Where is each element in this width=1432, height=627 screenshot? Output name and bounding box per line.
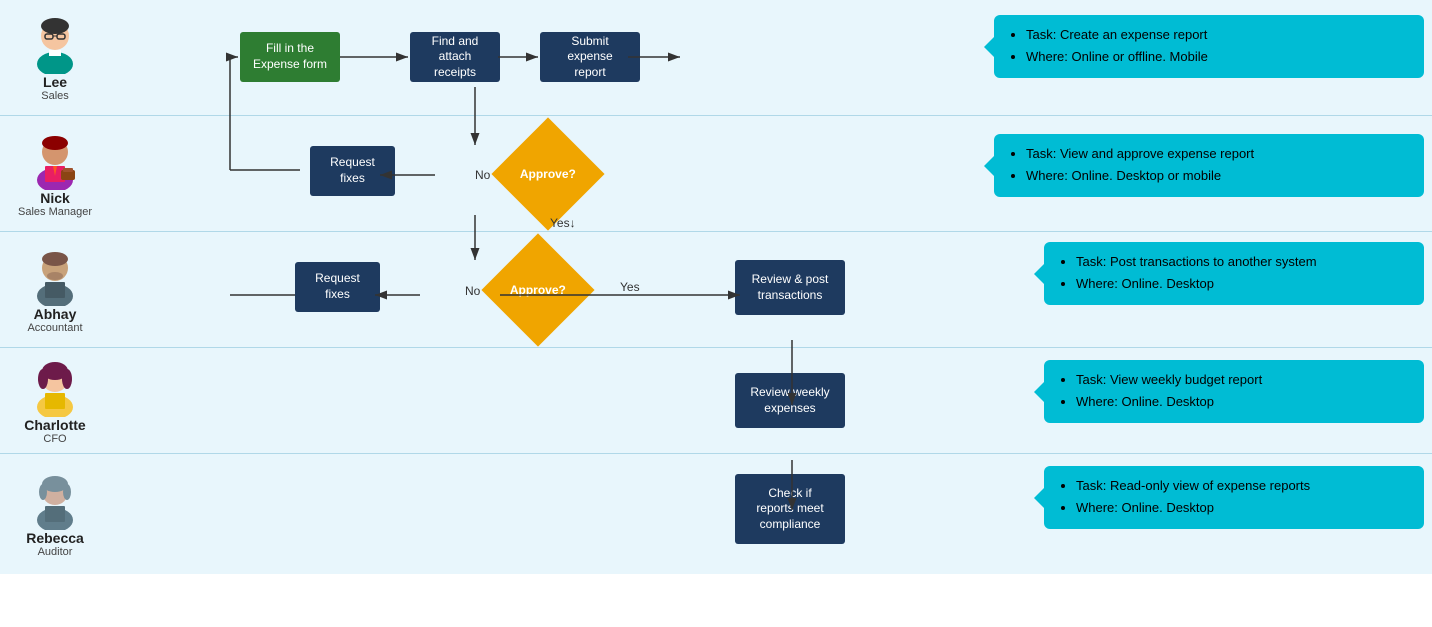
request-fixes-1-box[interactable]: Request fixes (310, 146, 395, 196)
check-compliance-box[interactable]: Check if reports meet compliance (735, 474, 845, 544)
actor-nick: Nick Sales Manager (0, 122, 110, 226)
abhay-callout: Task: Post transactions to another syste… (1044, 242, 1424, 305)
actor-charlotte: Charlotte CFO (0, 349, 110, 453)
nick-callout: Task: View and approve expense report Wh… (994, 134, 1424, 197)
review-post-box[interactable]: Review & post transactions (735, 260, 845, 315)
nick-flow: Request fixes No Approve? Yes↓ Task: Vie… (110, 116, 1432, 231)
rebecca-role: Auditor (38, 546, 73, 558)
rebecca-callout: Task: Read-only view of expense reports … (1044, 466, 1424, 529)
lee-flow: Fill in the Expense form Find and attach… (110, 0, 1432, 115)
rebecca-flow: Check if reports meet compliance Task: R… (110, 454, 1432, 574)
abhay-role: Accountant (27, 322, 82, 334)
diagram: Lee Sales Fill in the Expense form Find … (0, 0, 1432, 574)
abhay-name: Abhay (34, 306, 77, 322)
yes-label-1: Yes↓ (550, 216, 576, 230)
swimlane-lee: Lee Sales Fill in the Expense form Find … (0, 0, 1432, 116)
charlotte-avatar (25, 357, 85, 417)
abhay-flow: Request fixes No Approve? Yes Review & p… (110, 232, 1432, 347)
lee-role: Sales (41, 90, 69, 102)
lee-name: Lee (43, 74, 67, 90)
review-weekly-box[interactable]: Review weekly expenses (735, 373, 845, 428)
yes-label-2: Yes (620, 280, 640, 294)
approve-diamond-1: Approve? (505, 131, 590, 216)
actor-lee: Lee Sales (0, 6, 110, 110)
rebecca-avatar (25, 470, 85, 530)
no-label-2: No (465, 284, 480, 298)
approve-diamond-2: Approve? (495, 247, 580, 332)
fill-expense-box[interactable]: Fill in the Expense form (240, 32, 340, 82)
rebecca-name: Rebecca (26, 530, 84, 546)
actor-abhay: Abhay Accountant (0, 238, 110, 342)
charlotte-callout: Task: View weekly budget report Where: O… (1044, 360, 1424, 423)
actor-rebecca: Rebecca Auditor (0, 462, 110, 566)
lee-avatar (25, 14, 85, 74)
lee-callout: Task: Create an expense report Where: On… (994, 15, 1424, 78)
swimlane-abhay: Abhay Accountant Request fixes No Approv… (0, 232, 1432, 348)
charlotte-name: Charlotte (24, 417, 85, 433)
nick-avatar (25, 130, 85, 190)
request-fixes-2-box[interactable]: Request fixes (295, 262, 380, 312)
find-receipts-box[interactable]: Find and attach receipts (410, 32, 500, 82)
submit-report-box[interactable]: Submit expense report (540, 32, 640, 82)
charlotte-flow: Review weekly expenses Task: View weekly… (110, 348, 1432, 453)
swimlane-rebecca: Rebecca Auditor Check if reports meet co… (0, 454, 1432, 574)
abhay-avatar (25, 246, 85, 306)
swimlane-nick: Nick Sales Manager Request fixes No Appr… (0, 116, 1432, 232)
no-label-1: No (475, 168, 490, 182)
nick-name: Nick (40, 190, 70, 206)
nick-role: Sales Manager (18, 206, 92, 218)
swimlane-charlotte: Charlotte CFO Review weekly expenses Tas… (0, 348, 1432, 454)
charlotte-role: CFO (43, 433, 66, 445)
